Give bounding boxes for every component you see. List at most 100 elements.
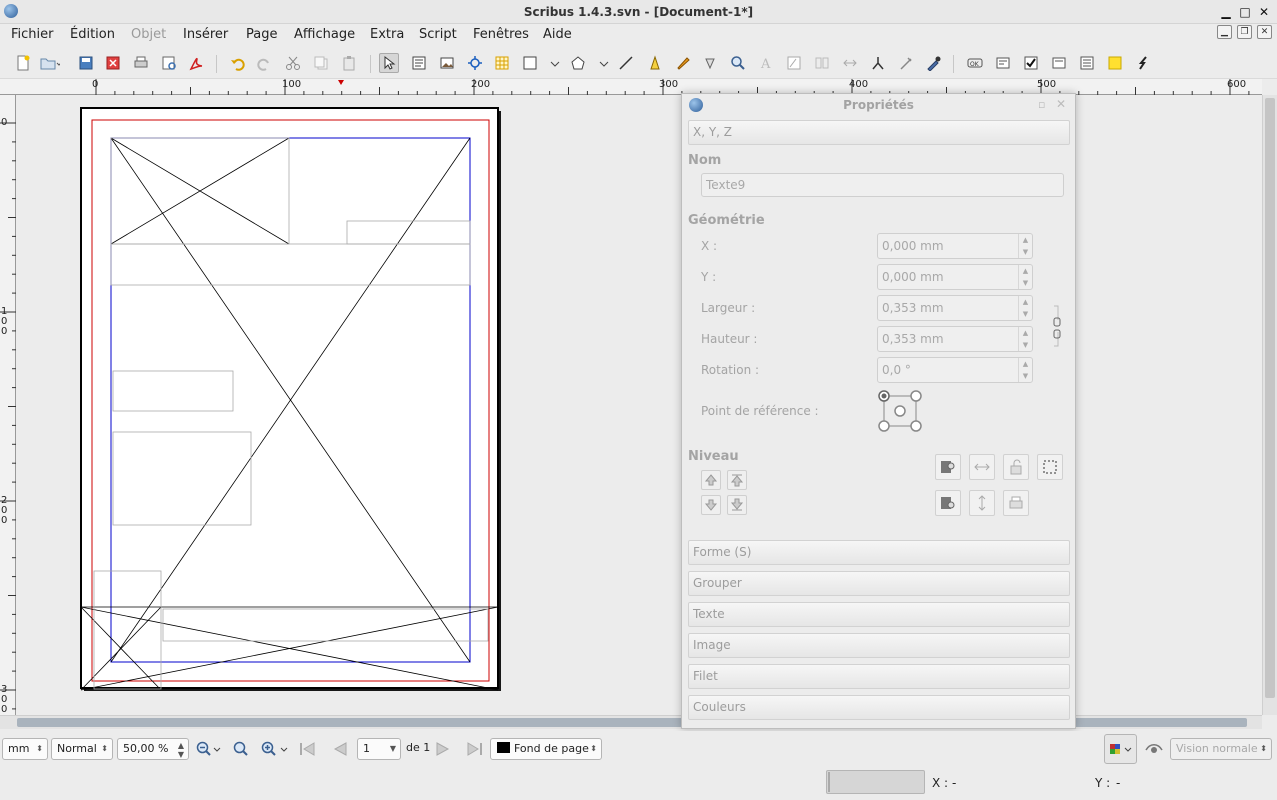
pdf-listbox-icon[interactable] xyxy=(1077,53,1097,73)
rotation-field[interactable]: 0,0 ° ▲ ▼ xyxy=(877,357,1033,383)
spin-arrows[interactable]: ▲ ▼ xyxy=(1018,296,1032,320)
next-page-icon[interactable] xyxy=(434,741,452,760)
spin-arrows[interactable]: ▲ ▼ xyxy=(178,741,184,759)
spin-arrows[interactable]: ▲ ▼ xyxy=(1018,327,1032,351)
zoom-out-icon[interactable] xyxy=(196,741,222,760)
save-icon[interactable] xyxy=(76,53,96,73)
vertical-ruler[interactable]: 0 1 0 0 2 0 0 3 0 0 xyxy=(0,95,16,715)
properties-panel[interactable]: Propriétés ▫ ✕ X, Y, Z Nom Texte9 Géomét… xyxy=(681,93,1076,729)
spin-arrows[interactable]: ▲ ▼ xyxy=(1018,358,1032,382)
level-up-icon[interactable] xyxy=(701,470,721,490)
copy-properties-icon[interactable] xyxy=(896,53,916,73)
select-icon[interactable] xyxy=(379,53,399,73)
shape-icon[interactable] xyxy=(520,53,540,73)
flip-vertical-icon[interactable] xyxy=(935,490,961,516)
x-field[interactable]: 0,000 mm ▲ ▼ xyxy=(877,233,1033,259)
menu-affichage[interactable]: Affichage xyxy=(294,24,355,46)
minimize-icon[interactable]: ▁ xyxy=(1218,4,1234,20)
mirror-vertical-icon[interactable] xyxy=(969,490,995,516)
level-bottom-icon[interactable] xyxy=(727,495,747,515)
mirror-horizontal-icon[interactable] xyxy=(969,454,995,480)
menu-extra[interactable]: Extra xyxy=(370,24,404,46)
spin-arrows[interactable]: ▲ ▼ xyxy=(1018,265,1032,289)
text-frame-icon[interactable] xyxy=(409,53,429,73)
zoom-100-icon[interactable] xyxy=(233,741,251,760)
maximize-icon[interactable]: □ xyxy=(1237,4,1253,20)
vertical-scroll-thumb[interactable] xyxy=(1265,98,1275,698)
zoom-in-icon[interactable] xyxy=(261,741,289,760)
table-icon[interactable] xyxy=(492,53,512,73)
new-document-icon[interactable] xyxy=(13,53,33,73)
view-mode-select[interactable]: Vision normale ⬍ xyxy=(1170,738,1272,760)
freehand-icon[interactable] xyxy=(673,53,693,73)
unlink-frames-icon[interactable] xyxy=(840,53,860,73)
y-field[interactable]: 0,000 mm ▲ ▼ xyxy=(877,264,1033,290)
open-document-icon[interactable] xyxy=(40,53,60,73)
vertical-scrollbar[interactable] xyxy=(1262,95,1277,715)
panel-float-icon[interactable]: ▫ xyxy=(1038,98,1045,111)
line-icon[interactable] xyxy=(616,53,636,73)
reference-point-selector[interactable] xyxy=(878,390,922,435)
cut-icon[interactable] xyxy=(283,53,303,73)
section-group[interactable]: Grouper xyxy=(688,571,1070,596)
unit-select[interactable]: mm ⬍ xyxy=(2,738,48,760)
pdf-button-icon[interactable]: OK xyxy=(965,53,985,73)
section-line[interactable]: Filet xyxy=(688,664,1070,689)
menu-objet[interactable]: Objet xyxy=(131,24,166,46)
pdf-checkbox-icon[interactable] xyxy=(1021,53,1041,73)
menu-page[interactable]: Page xyxy=(246,24,277,46)
menu-inserer[interactable]: Insérer xyxy=(183,24,228,46)
pdf-annotation-icon[interactable] xyxy=(1105,53,1125,73)
pdf-text-field-icon[interactable] xyxy=(993,53,1013,73)
close-document-icon[interactable] xyxy=(103,53,123,73)
name-field[interactable]: Texte9 xyxy=(701,173,1064,197)
level-down-icon[interactable] xyxy=(701,495,721,515)
height-field[interactable]: 0,353 mm ▲ ▼ xyxy=(877,326,1033,352)
level-top-icon[interactable] xyxy=(727,470,747,490)
rotate-icon[interactable] xyxy=(700,53,720,73)
edit-text-icon[interactable] xyxy=(784,53,804,73)
first-page-icon[interactable] xyxy=(299,741,317,760)
spin-arrows[interactable]: ▲ ▼ xyxy=(1018,234,1032,258)
copy-icon[interactable] xyxy=(311,53,331,73)
menu-script[interactable]: Script xyxy=(419,24,457,46)
mdi-close-icon[interactable]: ✕ xyxy=(1257,25,1272,39)
render-frame-icon[interactable] xyxy=(465,53,485,73)
zoom-icon[interactable] xyxy=(728,53,748,73)
flip-horizontal-icon[interactable] xyxy=(935,454,961,480)
eyedropper-icon[interactable] xyxy=(924,53,944,73)
link-frames-icon[interactable] xyxy=(812,53,832,73)
width-field[interactable]: 0,353 mm ▲ ▼ xyxy=(877,295,1033,321)
paste-icon[interactable] xyxy=(339,53,359,73)
measure-icon[interactable] xyxy=(868,53,888,73)
mode-select[interactable]: Normal ⬍ xyxy=(51,738,113,760)
mdi-minimize-icon[interactable]: ▁ xyxy=(1217,25,1232,39)
menu-edition[interactable]: Édition xyxy=(70,24,115,46)
aspect-lock-icon[interactable] xyxy=(1052,304,1064,351)
polygon-dropdown-icon[interactable] xyxy=(594,53,614,73)
image-frame-icon[interactable] xyxy=(437,53,457,73)
page-number-select[interactable]: 1 ▼ xyxy=(357,738,401,760)
polygon-icon[interactable] xyxy=(568,53,588,73)
section-text[interactable]: Texte xyxy=(688,602,1070,627)
edit-contents-icon[interactable]: A xyxy=(756,53,776,73)
zoom-field[interactable]: 50,00 % ▲ ▼ xyxy=(117,738,189,760)
print-icon[interactable] xyxy=(131,53,151,73)
section-shape[interactable]: Forme (S) xyxy=(688,540,1070,565)
panel-close-icon[interactable]: ✕ xyxy=(1056,97,1066,111)
mdi-restore-icon[interactable]: ❐ xyxy=(1237,25,1252,39)
close-icon[interactable]: ✕ xyxy=(1256,4,1272,20)
print-toggle-icon[interactable] xyxy=(1003,490,1029,516)
previous-page-icon[interactable] xyxy=(331,741,349,760)
last-page-icon[interactable] xyxy=(465,741,483,760)
redo-icon[interactable] xyxy=(255,53,275,73)
pdf-combobox-icon[interactable] xyxy=(1049,53,1069,73)
shape-dropdown-icon[interactable] xyxy=(545,53,565,73)
section-colors[interactable]: Couleurs xyxy=(688,695,1070,720)
section-image[interactable]: Image xyxy=(688,633,1070,658)
lock-icon[interactable] xyxy=(1003,454,1029,480)
preview-eye-icon[interactable] xyxy=(1144,740,1164,761)
lock-size-icon[interactable] xyxy=(1037,454,1063,480)
tab-xyz[interactable]: X, Y, Z xyxy=(688,120,1070,145)
menu-aide[interactable]: Aide xyxy=(543,24,572,46)
